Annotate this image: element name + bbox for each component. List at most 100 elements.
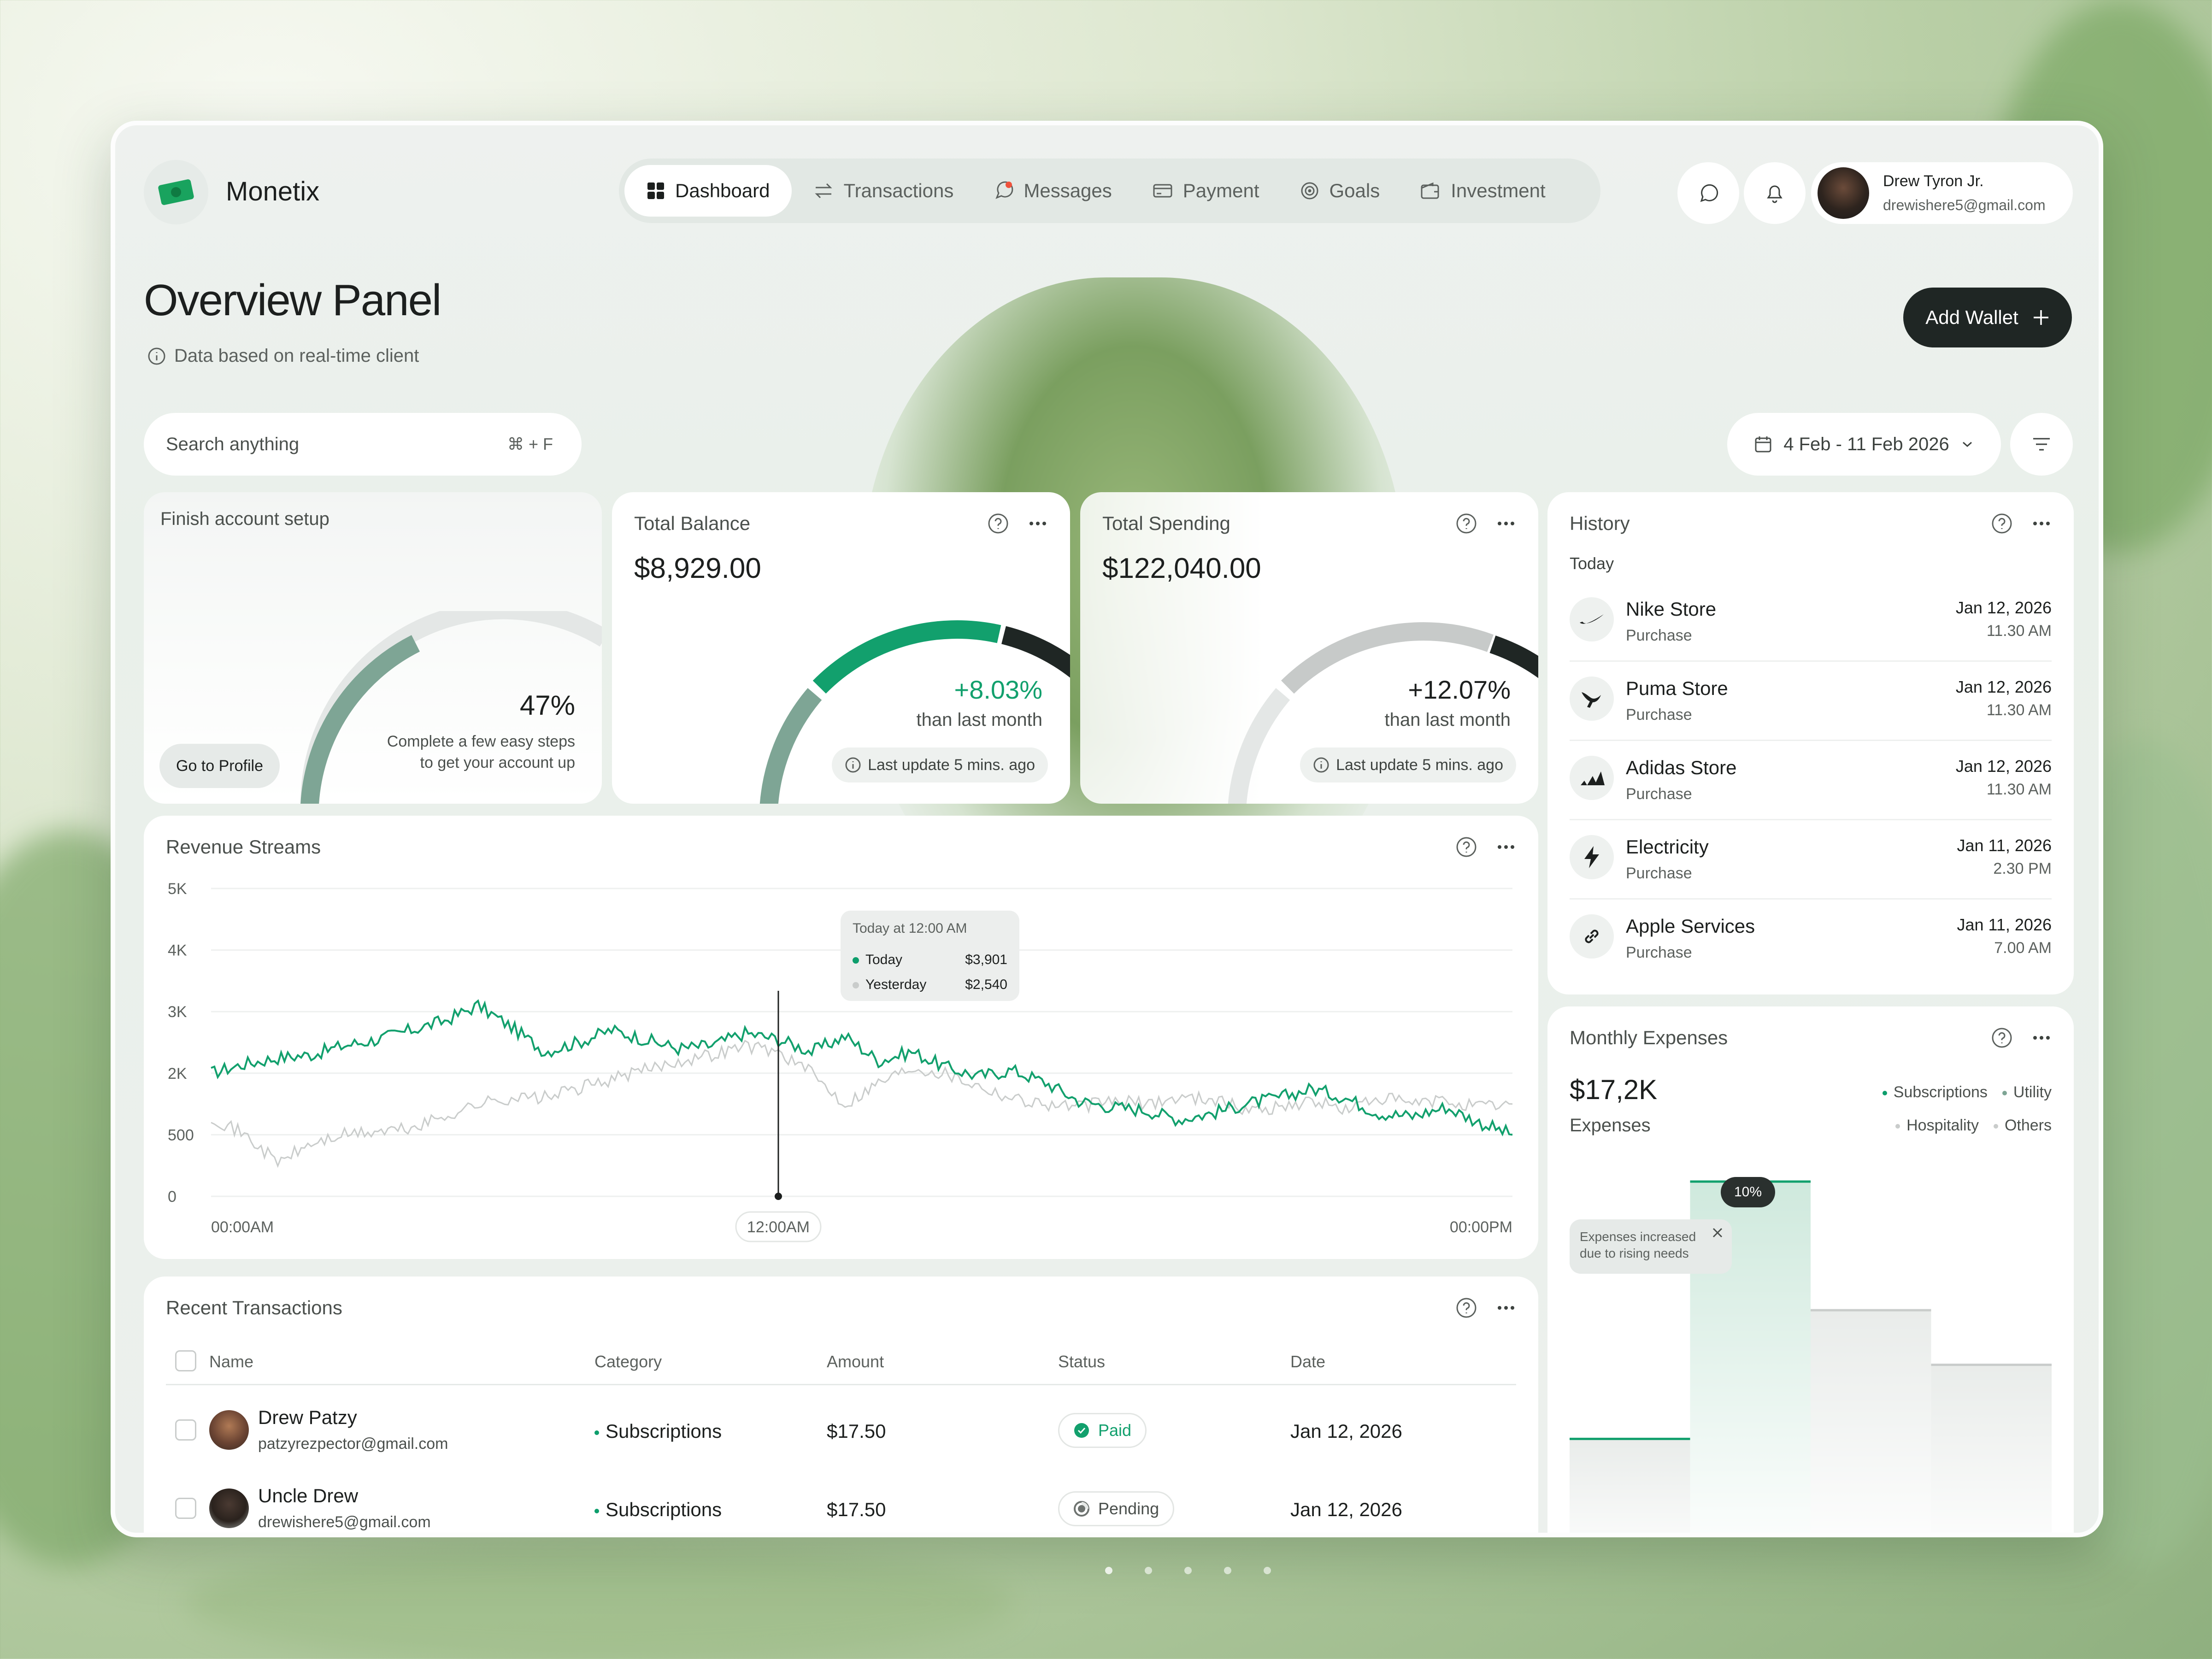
- plus-icon: [2033, 310, 2048, 325]
- series-line-today[interactable]: [211, 999, 1513, 1136]
- search-input[interactable]: Search anything: [166, 434, 299, 455]
- filter-button[interactable]: [2010, 413, 2073, 476]
- bell-icon: [1767, 185, 1783, 203]
- history-item-time: 7.00 AM: [1994, 939, 2052, 957]
- tab-label: Payment: [1182, 180, 1259, 201]
- recent-transactions-card: Recent Transactions Name Category Amount…: [144, 1277, 1538, 1533]
- wallet-icon: [1421, 182, 1439, 199]
- history-item-name: Adidas Store: [1626, 757, 1737, 778]
- history-card: History Today Nike Store Purchase Jan 12…: [1547, 492, 2074, 994]
- select-all-checkbox[interactable]: [175, 1350, 196, 1371]
- help-icon[interactable]: [987, 512, 1009, 535]
- balance-title: Total Balance: [634, 512, 751, 534]
- row-category: Subscriptions: [606, 1420, 722, 1442]
- balance-update-chip: Last update 5 mins. ago: [832, 747, 1048, 782]
- adidas-icon: [1570, 756, 1614, 800]
- chat-button[interactable]: [1677, 162, 1739, 224]
- help-icon[interactable]: [1455, 512, 1477, 535]
- user-profile[interactable]: Drew Tyron Jr. drewishere5@gmail.com: [1811, 162, 2073, 224]
- total-balance-card: Total Balance $8,929.00 +8.03% than last…: [612, 492, 1070, 804]
- y-tick-label: 4K: [168, 942, 187, 959]
- history-item[interactable]: Electricity Purchase Jan 11, 2026 2.30 P…: [1570, 820, 2052, 900]
- pager-dot[interactable]: [1184, 1567, 1192, 1574]
- more-icon[interactable]: [1028, 512, 1048, 535]
- user-name: Drew Tyron Jr.: [1883, 172, 1984, 190]
- tab-goals[interactable]: Goals: [1282, 180, 1399, 202]
- app-window: Monetix Dashboard Transactions Messages …: [111, 121, 2103, 1537]
- y-tick-label: 5K: [168, 880, 187, 898]
- history-group-label: Today: [1570, 554, 1614, 573]
- col-date: Date: [1290, 1352, 1326, 1371]
- history-item[interactable]: Apple Services Purchase Jan 11, 2026 7.0…: [1570, 900, 2052, 979]
- expense-bar-subscriptions[interactable]: [1570, 1439, 1690, 1537]
- history-item[interactable]: Nike Store Purchase Jan 12, 2026 11.30 A…: [1570, 582, 2052, 662]
- search-bar[interactable]: Search anything ⌘ + F: [144, 413, 582, 476]
- notifications-button[interactable]: [1744, 162, 1806, 224]
- expenses-note-line-2: due to rising needs: [1580, 1246, 1689, 1260]
- more-icon[interactable]: [2031, 512, 2052, 535]
- more-icon[interactable]: [1496, 1297, 1516, 1319]
- table-row[interactable]: Drew Patzy patzyrezpector@gmail.com Subs…: [166, 1396, 1516, 1465]
- y-tick-label: 2K: [168, 1065, 187, 1082]
- expenses-note-line-1: Expenses increased: [1580, 1230, 1696, 1244]
- tab-messages[interactable]: Messages: [976, 180, 1130, 202]
- history-item-date: Jan 12, 2026: [1955, 598, 2052, 617]
- help-icon[interactable]: [1455, 1297, 1477, 1319]
- table-row[interactable]: Uncle Drew drewishere5@gmail.com Subscri…: [166, 1475, 1516, 1533]
- info-icon: [148, 347, 165, 365]
- row-name: Uncle Drew: [258, 1485, 359, 1506]
- tab-payment[interactable]: Payment: [1134, 180, 1278, 202]
- tab-label: Goals: [1329, 180, 1380, 201]
- pager-dot[interactable]: [1224, 1567, 1231, 1574]
- row-email: drewishere5@gmail.com: [258, 1513, 431, 1531]
- date-range-picker[interactable]: 4 Feb - 11 Feb 2026: [1727, 413, 2001, 476]
- add-wallet-button[interactable]: Add Wallet: [1903, 288, 2072, 347]
- x-tick-label: 00:00PM: [1450, 1218, 1512, 1236]
- logo[interactable]: [144, 160, 208, 224]
- check-circle-icon: [1074, 1423, 1089, 1438]
- tooltip-title: Today at 12:00 AM: [853, 921, 967, 936]
- row-checkbox[interactable]: [175, 1419, 196, 1441]
- help-icon[interactable]: [1991, 512, 2013, 535]
- close-icon[interactable]: [1712, 1227, 1724, 1239]
- spending-update-chip: Last update 5 mins. ago: [1300, 747, 1516, 782]
- more-icon[interactable]: [1496, 512, 1516, 535]
- total-spending-card: Total Spending $122,040.00 +12.07% than …: [1080, 492, 1538, 804]
- status-label: Paid: [1098, 1421, 1132, 1440]
- revenue-chart[interactable]: 5K 4K 3K 2K 500 0 00:00AM 12:00AM 00:00PM: [144, 816, 1538, 1259]
- card-icon: [1153, 184, 1172, 198]
- go-to-profile-label: Go to Profile: [176, 757, 263, 775]
- expense-bar-hospitality[interactable]: [1811, 1310, 1931, 1537]
- series-line-yesterday[interactable]: [211, 1040, 1513, 1168]
- expense-bar-others[interactable]: [1931, 1365, 2052, 1537]
- row-date: Jan 12, 2026: [1290, 1499, 1402, 1520]
- spending-note: than last month: [1384, 710, 1511, 730]
- status-label: Pending: [1098, 1499, 1159, 1518]
- balance-change: +8.03%: [954, 675, 1043, 704]
- page-subtitle: Data based on real-time client: [174, 346, 419, 366]
- tab-dashboard[interactable]: Dashboard: [624, 165, 792, 217]
- history-item[interactable]: Adidas Store Purchase Jan 12, 2026 11.30…: [1570, 741, 2052, 820]
- history-title: History: [1570, 512, 1630, 534]
- search-shortcut: ⌘ + F: [507, 435, 553, 453]
- tab-investment[interactable]: Investment: [1402, 180, 1564, 202]
- balance-value: $8,929.00: [634, 553, 761, 584]
- pager-dot[interactable]: [1264, 1567, 1271, 1574]
- pager-dot[interactable]: [1145, 1567, 1152, 1574]
- pending-icon: [1074, 1501, 1089, 1517]
- main-nav: Dashboard Transactions Messages Payment …: [619, 159, 1600, 223]
- history-item-type: Purchase: [1626, 944, 1692, 961]
- y-tick-label: 500: [168, 1126, 194, 1144]
- pager-dot[interactable]: [1105, 1567, 1112, 1574]
- history-item[interactable]: Puma Store Purchase Jan 12, 2026 11.30 A…: [1570, 662, 2052, 741]
- setup-title: Finish account setup: [160, 509, 329, 529]
- history-item-date: Jan 12, 2026: [1955, 757, 2052, 776]
- go-to-profile-button[interactable]: Go to Profile: [159, 744, 280, 788]
- tooltip-yesterday-label: Yesterday: [865, 977, 927, 992]
- chat-icon: [1700, 184, 1718, 202]
- row-checkbox[interactable]: [175, 1498, 196, 1519]
- tab-transactions[interactable]: Transactions: [795, 180, 972, 202]
- chart-tooltip: Today at 12:00 AM Today $3,901 Yesterday…: [841, 911, 1019, 1001]
- tooltip-today-value: $3,901: [965, 952, 1007, 967]
- add-wallet-label: Add Wallet: [1925, 306, 2018, 328]
